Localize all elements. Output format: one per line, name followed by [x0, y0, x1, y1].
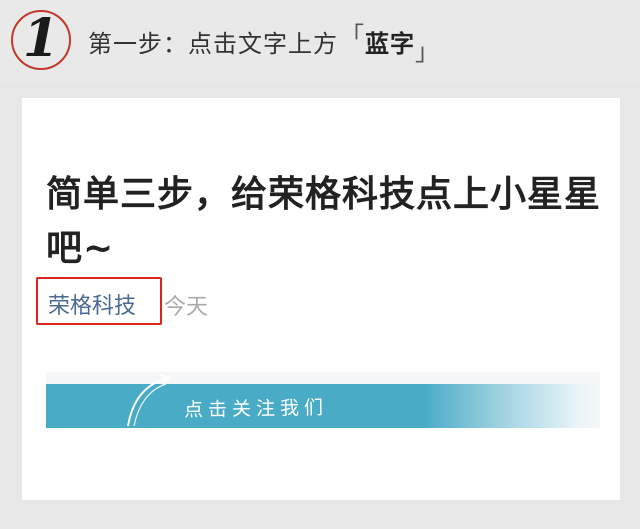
- bracket-open: 「: [340, 22, 365, 50]
- follow-us-text: 点击关注我们: [183, 396, 329, 422]
- article-card: 简单三步，给荣格科技点上小星星吧~ 荣格科技 今天 点击关注我们: [22, 98, 620, 500]
- step-highlight-text: 蓝字: [365, 30, 415, 58]
- step-number-badge: 1: [11, 8, 71, 70]
- step-instruction-text: 第一步：点击文字上方: [88, 30, 338, 58]
- follow-banner[interactable]: 点击关注我们: [46, 372, 600, 428]
- step-number: 1: [22, 8, 60, 69]
- account-name-link[interactable]: 荣格科技: [48, 288, 136, 320]
- step-instruction: 第一步：点击文字上方「蓝字」: [88, 22, 440, 66]
- bracket-close: 」: [415, 38, 440, 66]
- curved-arrow-icon: [127, 374, 171, 427]
- step-header: 1 第一步：点击文字上方「蓝字」: [0, 0, 640, 82]
- article-title: 简单三步，给荣格科技点上小星星吧~: [46, 174, 602, 269]
- post-time: 今天: [164, 295, 209, 320]
